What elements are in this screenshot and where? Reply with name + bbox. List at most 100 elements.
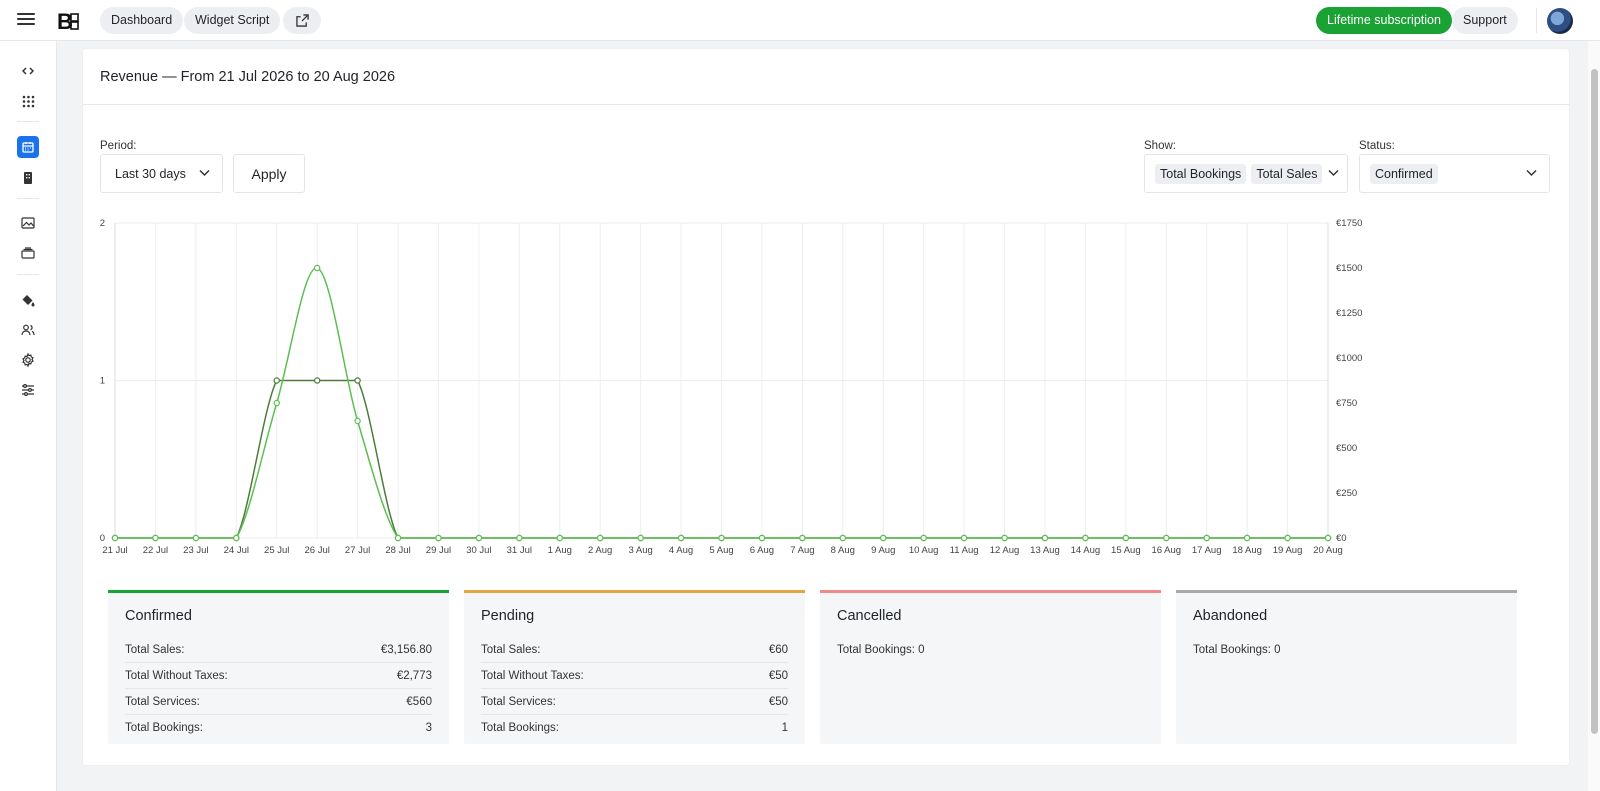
y-right-tick-label: €0	[1336, 533, 1347, 544]
summary-row: Total Sales: €60	[481, 637, 788, 663]
data-point	[597, 534, 604, 542]
x-tick-label: 10 Aug	[909, 545, 939, 556]
x-tick-label: 30 Jul	[466, 545, 491, 556]
sidebar-item-users[interactable]	[17, 319, 39, 341]
gear-icon	[22, 353, 34, 367]
data-point	[1001, 534, 1008, 542]
summary-row-value: €560	[406, 695, 432, 708]
status-color-bar	[820, 590, 1161, 593]
summary-row-label: Total Without Taxes:	[481, 669, 584, 682]
support-button[interactable]: Support	[1452, 7, 1518, 34]
data-point	[1284, 534, 1291, 542]
sidebar-item-apps[interactable]	[17, 90, 39, 112]
revenue-chart: 21 Jul 22 Jul 23 Jul 24 Jul 25 Jul 26 Jul 27 J…	[100, 218, 1363, 556]
y-right-tick-label: €1750	[1336, 218, 1362, 229]
summary-title: Pending	[481, 608, 535, 624]
x-tick-label: 23 Jul	[183, 545, 208, 556]
y-right-tick-label: €1500	[1336, 263, 1362, 274]
summary-row: Total Without Taxes: €2,773	[125, 663, 432, 689]
summary-rows: Total Bookings: 0	[837, 637, 1144, 663]
summary-row: Total Bookings: 0	[837, 637, 1144, 663]
data-point	[920, 534, 927, 542]
open-external-button[interactable]	[283, 7, 321, 34]
sidebar-divider	[17, 198, 39, 199]
data-point	[354, 417, 361, 425]
x-tick-label: 14 Aug	[1071, 545, 1101, 556]
image-icon	[21, 217, 35, 229]
summary-row-label: Total Sales:	[125, 643, 185, 656]
summary-row-value: 1	[781, 722, 788, 734]
lifetime-subscription-button[interactable]: Lifetime subscription	[1316, 7, 1452, 34]
sidebar-item-media[interactable]	[17, 212, 39, 234]
x-tick-label: 22 Jul	[143, 545, 168, 556]
data-point	[677, 534, 685, 542]
sidebar-item-appearance[interactable]	[17, 289, 39, 311]
data-point	[1163, 534, 1170, 542]
x-tick-label: 2 Aug	[588, 545, 612, 556]
revenue-card: Revenue — From 21 Jul 2026 to 20 Aug 202…	[83, 49, 1569, 765]
paint-bucket-icon	[22, 294, 35, 306]
sidebar-item-building[interactable]	[17, 166, 39, 188]
data-point	[1122, 534, 1130, 542]
status-color-bar	[1176, 590, 1517, 593]
x-tick-label: 18 Aug	[1232, 545, 1262, 556]
data-point	[960, 534, 968, 542]
data-point	[556, 534, 563, 542]
x-tick-label: 11 Aug	[950, 545, 979, 556]
summary-panel-pending: Pending Total Sales: €60 Total Without Taxe…	[464, 590, 805, 744]
avatar[interactable]	[1547, 8, 1573, 34]
card-stack-icon	[21, 247, 35, 259]
x-tick-label: 9 Aug	[871, 545, 895, 556]
scrollbar-thumb[interactable]	[1591, 69, 1598, 734]
summary-row: Total Sales: €3,156.80	[125, 637, 432, 663]
sidebar	[0, 41, 57, 791]
summary-row-value: 3	[425, 722, 432, 734]
summary-row-label: Total Bookings: 0	[837, 644, 925, 656]
data-point	[111, 534, 119, 542]
summary-rows: Total Bookings: 0	[1193, 637, 1500, 663]
x-tick-label: 31 Jul	[507, 545, 532, 556]
apps-grid-icon	[22, 95, 34, 107]
nav-dashboard-button[interactable]: Dashboard	[100, 7, 184, 34]
data-point	[313, 377, 321, 384]
x-tick-label: 19 Aug	[1273, 545, 1303, 556]
summary-row-label: Total Sales:	[481, 643, 541, 656]
menu-icon[interactable]	[17, 12, 35, 26]
summary-row: Total Bookings: 0	[1193, 637, 1500, 663]
x-tick-label: 8 Aug	[831, 545, 855, 556]
sidebar-item-settings[interactable]	[17, 349, 39, 371]
nav-widget-script-button[interactable]: Widget Script	[184, 7, 281, 34]
sidebar-item-calendar[interactable]	[17, 136, 39, 158]
brand-logo[interactable]: B	[57, 10, 79, 32]
sidebar-item-code[interactable]	[17, 60, 39, 82]
y-right-tick-label: €250	[1336, 488, 1357, 499]
scrollbar[interactable]	[1588, 41, 1600, 791]
summary-row: Total Services: €560	[125, 689, 432, 715]
calendar-icon	[22, 142, 34, 153]
code-icon	[22, 67, 34, 75]
x-tick-label: 26 Jul	[304, 545, 329, 556]
status-color-bar	[464, 590, 805, 593]
summary-row-value: €50	[768, 695, 788, 708]
summary-panel-confirmed: Confirmed Total Sales: €3,156.80 Total With…	[108, 590, 449, 744]
sidebar-divider	[17, 274, 39, 275]
sliders-icon	[22, 384, 34, 396]
summary-row-value: €2,773	[396, 669, 432, 682]
building-icon	[24, 171, 32, 184]
y-right-tick-label: €500	[1336, 443, 1357, 454]
x-tick-label: 3 Aug	[628, 545, 652, 556]
sidebar-item-cards[interactable]	[17, 242, 39, 264]
data-point	[1324, 534, 1332, 542]
users-icon	[21, 324, 35, 336]
data-point	[313, 264, 321, 272]
y-left-tick-label: 1	[100, 376, 105, 387]
y-left-tick-label: 2	[100, 218, 105, 229]
summary-row-label: Total Services:	[481, 695, 556, 708]
x-tick-label: 12 Aug	[990, 545, 1020, 556]
data-point	[1203, 534, 1210, 542]
data-point	[718, 534, 725, 542]
summary-row: Total Bookings: 3	[125, 715, 432, 741]
x-tick-label: 28 Jul	[385, 545, 410, 556]
sidebar-item-filters[interactable]	[17, 379, 39, 401]
data-point	[880, 534, 887, 542]
